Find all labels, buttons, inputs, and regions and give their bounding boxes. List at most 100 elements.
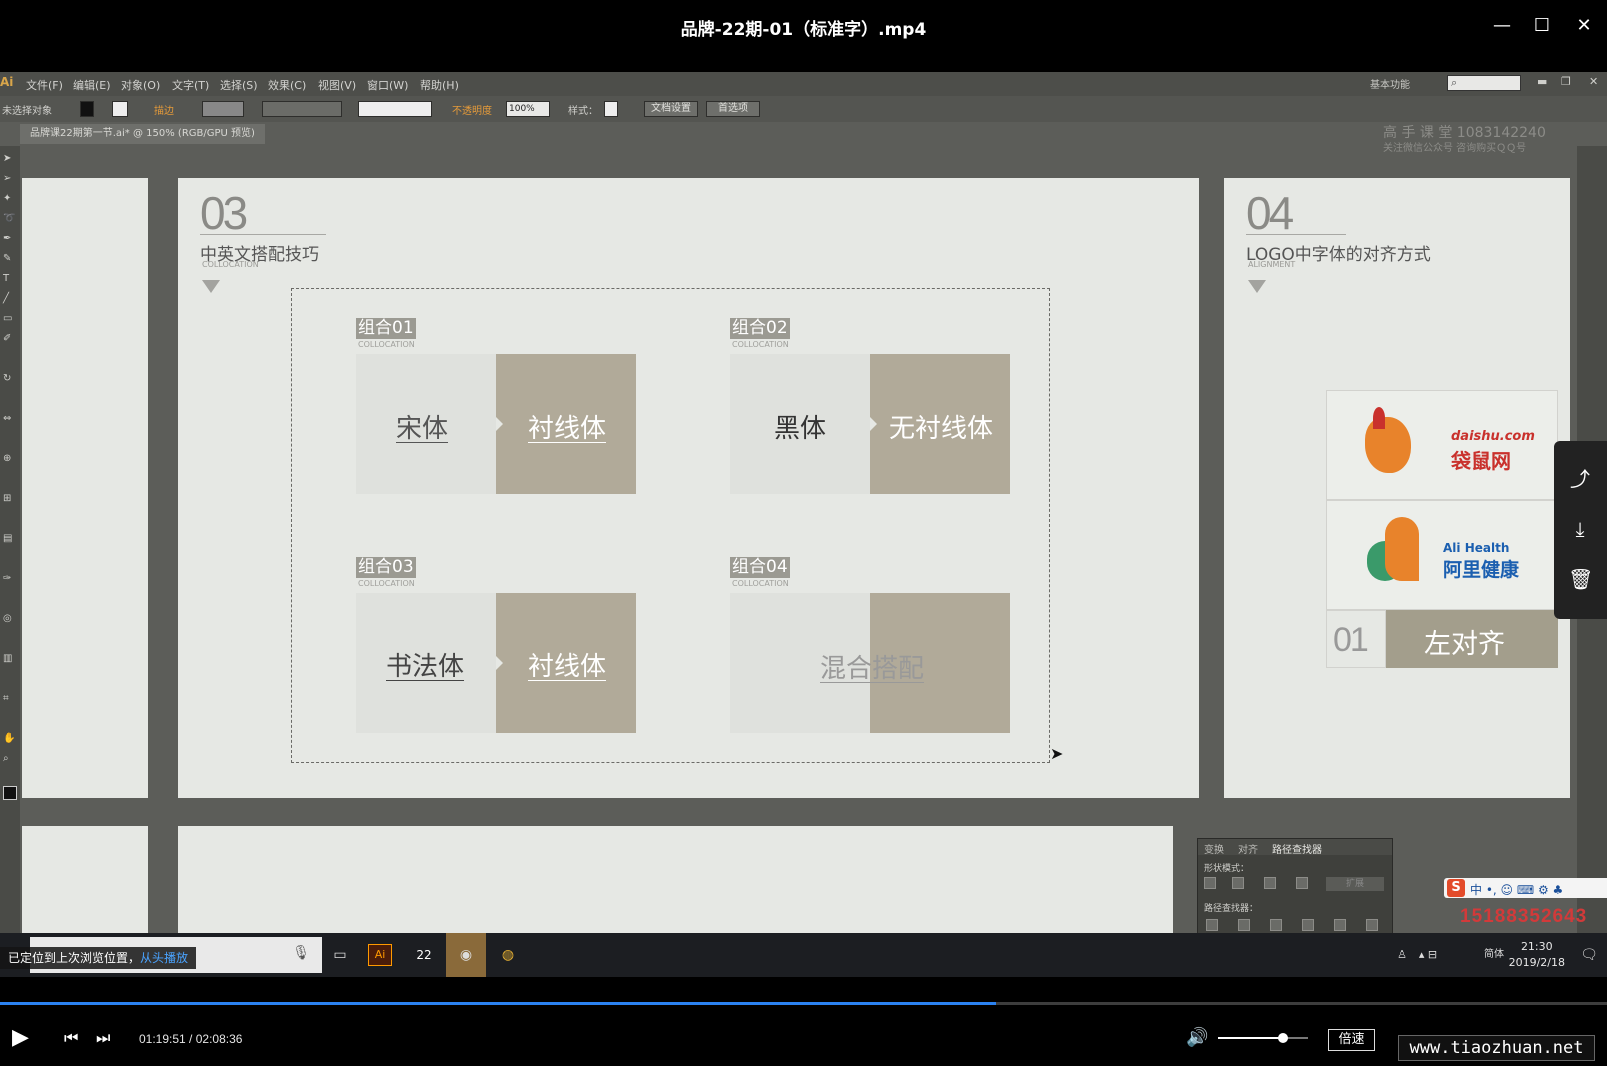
menu-edit: 编辑(E) (73, 79, 111, 92)
outline-icon (1334, 919, 1346, 931)
rectangle-tool-icon: ▭ (3, 313, 13, 324)
menu-window: 窗口(W) (367, 79, 409, 92)
minimize-button[interactable]: — (1488, 12, 1516, 40)
pathfinder-tabs: 变换 对齐 路径查找器 (1198, 839, 1392, 856)
time-display: 01:19:51 / 02:08:36 (139, 1032, 242, 1046)
section-triangle-icon (1248, 280, 1266, 293)
ai-close-icon: ✕ (1589, 75, 1599, 88)
gradient-tool-icon: ▤ (3, 533, 13, 544)
play-icon[interactable]: ▶ (12, 1025, 29, 1050)
next-icon[interactable]: ⏭ (96, 1028, 110, 1048)
unite-icon (1204, 877, 1216, 889)
volume-knob[interactable] (1277, 1033, 1288, 1043)
ai-restore-icon: ❐ (1561, 75, 1571, 88)
kangaroo-ear-icon (1373, 407, 1385, 429)
type-tool-icon: T (3, 273, 10, 284)
brush-field (358, 101, 432, 117)
video-title: 品牌-22期-01（标准字）.mp4 (680, 20, 927, 40)
variable-width-field (262, 101, 342, 117)
combo-right-label: 衬线体 (528, 414, 607, 444)
mesh-tool-icon: ⊞ (3, 493, 12, 504)
ime-toolbar: S 中 •, ☺ ⌨ ⚙ ♣ (1444, 878, 1607, 898)
previous-icon[interactable]: ⏮ (64, 1028, 78, 1048)
document-tab: 品牌课22期第一节.ai* @ 150% (RGB/GPU 预览) (20, 124, 265, 144)
share-icon[interactable]: ⤴ (1568, 467, 1592, 491)
illustrator-control-bar: 未选择对象 描边 不透明度 100% 样式： 文档设置 首选项 高 手 课 堂 … (0, 96, 1607, 154)
align-label-box: 左对齐 (1386, 610, 1558, 668)
tab-transform: 变换 (1204, 845, 1224, 856)
illustrator-search: ⌕ (1447, 75, 1521, 91)
tab-align: 对齐 (1238, 845, 1258, 856)
restart-link[interactable]: 从头播放 (140, 951, 188, 965)
maximize-button[interactable]: ☐ (1528, 12, 1556, 40)
combo-arrow-icon (496, 656, 503, 670)
document-setup-button: 文档设置 (644, 101, 698, 117)
illustrator-menubar: Ai 文件(F) 编辑(E) 对象(O) 文字(T) 选择(S) 效果(C) 视… (0, 72, 1607, 96)
combo-right-label: 无衬线体 (889, 414, 994, 444)
delete-icon[interactable]: 🗑 (1568, 567, 1593, 591)
section-triangle-icon (202, 280, 220, 293)
stroke-swatch (112, 101, 128, 117)
chrome-icon: ◍ (501, 947, 515, 963)
crop-icon (1302, 919, 1314, 931)
section-subtitle: COLLOCATION (202, 260, 259, 269)
intersect-icon (1264, 877, 1276, 889)
close-button[interactable]: ✕ (1570, 12, 1598, 40)
menu-help: 帮助(H) (420, 79, 459, 92)
combo-tag: 组合02 (730, 318, 790, 339)
mouse-cursor-icon: ➤ (1050, 744, 1064, 763)
preferences-button: 首选项 (706, 101, 760, 117)
line-tool-icon: ╱ (3, 293, 10, 304)
course-watermark: 高 手 课 堂 1083142240 关注微信公众号 咨询购买ＱＱ号 (1383, 126, 1546, 156)
combo-left-label: 宋体 (396, 414, 449, 444)
menu-file: 文件(F) (26, 79, 63, 92)
ai-minimize-icon: ▬ (1537, 75, 1548, 88)
clock-date: 2019/2/18 (1508, 956, 1565, 969)
pen-tool-icon: ✒ (3, 233, 12, 244)
combo-tag: 组合04 (730, 557, 790, 578)
taskbar-clock: 21:30 2019/2/18 (1509, 939, 1565, 971)
section-rule (200, 234, 326, 235)
video-frame[interactable]: Ai 文件(F) 编辑(E) 对象(O) 文字(T) 选择(S) 效果(C) 视… (0, 72, 1607, 977)
alihealth-en: Ali Health (1443, 541, 1510, 555)
expand-button: 扩展 (1326, 877, 1384, 891)
player-controls: ▶ ⏮ ⏭ 01:19:51 / 02:08:36 🔊 倍速 www.tiaoz… (0, 1005, 1607, 1066)
tray-icons: ▴ ⊟ ◂) (1418, 948, 1438, 977)
volume-fill (1218, 1037, 1283, 1039)
combo-subtitle: COLLOCATION (358, 579, 415, 588)
download-icon[interactable]: ⤓ (1568, 517, 1592, 541)
section-subtitle: ALIGNMENT (1248, 260, 1296, 269)
logo-daishu: daishu.com 袋鼠网 (1326, 390, 1558, 500)
ime-language: 简体 (1484, 949, 1504, 960)
artboard-04: 04 LOGO中字体的对齐方式 ALIGNMENT daishu.com 袋鼠网… (1224, 178, 1570, 798)
alihealth-orange-shape-icon (1385, 517, 1419, 581)
menu-view: 视图(V) (318, 79, 357, 92)
speed-button[interactable]: 倍速 (1328, 1029, 1375, 1051)
tab-pathfinder: 路径查找器 (1272, 845, 1322, 856)
shape-modes-label: 形状模式： (1204, 864, 1250, 874)
paintbrush-tool-icon: ✐ (3, 333, 12, 344)
menu-select: 选择(S) (220, 79, 258, 92)
volume-slider[interactable] (1218, 1033, 1308, 1043)
section-number: 04 (1246, 187, 1294, 239)
stroke-label: 描边 (154, 106, 174, 117)
fill-swatch (80, 101, 94, 117)
logo-alihealth: Ali Health 阿里健康 (1326, 500, 1558, 610)
graph-tool-icon: ▥ (3, 653, 13, 664)
style-swatch (604, 101, 618, 117)
volume-icon[interactable]: 🔊 (1186, 1027, 1208, 1048)
align-label: 左对齐 (1424, 629, 1505, 660)
combo-subtitle: COLLOCATION (732, 579, 789, 588)
app-22-icon: 22 (416, 948, 432, 962)
section-number: 03 (200, 187, 248, 239)
sogou-icon: S (1447, 879, 1465, 897)
phone-watermark: 15188352643 (1460, 906, 1588, 927)
width-tool-icon: ⇔ (3, 413, 12, 424)
ime-status-icons: 中 •, ☺ ⌨ ⚙ ♣ (1470, 883, 1564, 897)
site-watermark: www.tiaozhuan.net (1398, 1035, 1595, 1061)
combo-left-label: 书法体 (386, 652, 465, 682)
stroke-weight-field (202, 101, 244, 117)
illustrator-taskbar-icon: Ai (368, 944, 392, 966)
combo-right-label: 衬线体 (528, 652, 607, 682)
side-action-panel: ⤴ ⤓ 🗑 (1554, 441, 1607, 619)
